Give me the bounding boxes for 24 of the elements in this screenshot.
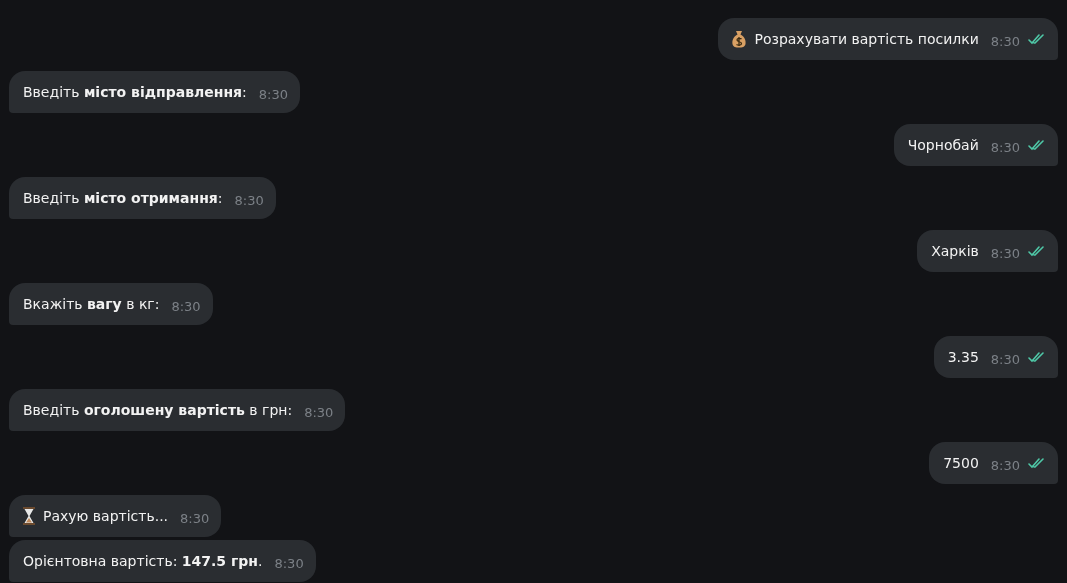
message-time: 8:30 <box>258 86 289 105</box>
hourglass-icon <box>23 507 35 525</box>
message-text: Введіть місто отримання: <box>23 188 223 208</box>
message-time: 8:30 <box>171 298 201 317</box>
message-text: Рахую вартість... <box>43 506 169 526</box>
message-time: 8:30 <box>990 33 1020 52</box>
message-text: Введіть оголошену вартість в грн: <box>23 400 293 420</box>
message-text: Харків <box>931 241 979 261</box>
message-text: Вкажіть вагу в кг: <box>23 294 160 314</box>
message-text: Розрахувати вартість посилки <box>754 29 979 49</box>
message-time: 8:30 <box>274 555 304 574</box>
message-time: 8:30 <box>234 192 264 211</box>
message-time: 8:30 <box>990 457 1020 476</box>
message-time: 8:30 <box>990 139 1020 158</box>
message-time: 8:30 <box>180 510 210 529</box>
message-text: Орієнтовна вартість: 147.5 грн. <box>23 551 263 571</box>
message-time: 8:30 <box>990 351 1020 370</box>
message-text: Чорнобай <box>907 135 979 155</box>
message-time: 8:30 <box>990 245 1020 264</box>
message-text: 3.35 <box>947 347 979 367</box>
message-time: 8:30 <box>304 404 334 423</box>
message-text: Введіть місто відправлення: <box>23 82 247 102</box>
message-text: 7500 <box>943 453 979 473</box>
money-bag-icon <box>732 30 747 48</box>
